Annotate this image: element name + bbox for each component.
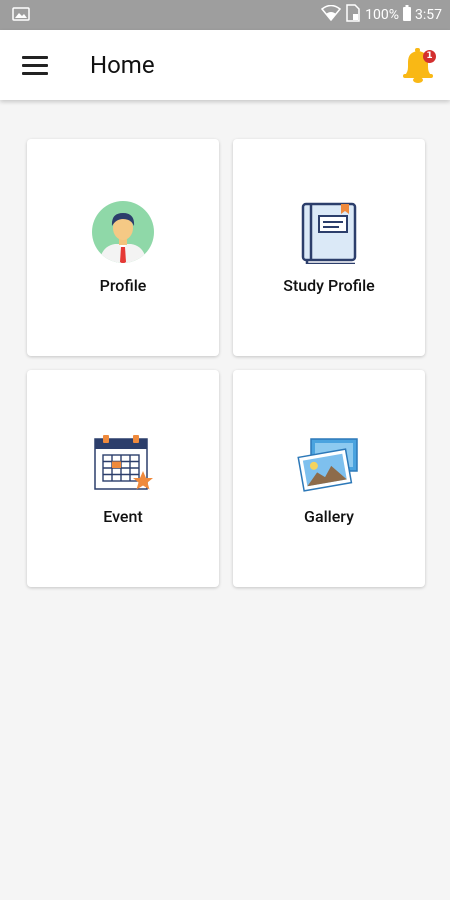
- gallery-icon: [297, 431, 361, 495]
- status-bar: 100% 3:57: [0, 0, 450, 30]
- study-profile-label: Study Profile: [283, 276, 375, 295]
- hamburger-icon: [22, 55, 48, 59]
- notification-badge: 1: [423, 50, 436, 63]
- battery-icon: [403, 5, 411, 25]
- sim-icon: [345, 4, 361, 26]
- gallery-label: Gallery: [304, 507, 354, 526]
- event-label: Event: [103, 507, 143, 526]
- calendar-icon: [91, 431, 155, 495]
- notifications-button[interactable]: 1: [400, 45, 436, 85]
- book-icon: [297, 200, 361, 264]
- app-bar: Home 1: [0, 30, 450, 100]
- image-notification-icon: [12, 6, 30, 25]
- gallery-tile[interactable]: Gallery: [233, 370, 425, 587]
- battery-percent: 100%: [365, 7, 399, 23]
- home-tiles: Profile Study Profile Event Gallery: [27, 139, 425, 587]
- profile-tile[interactable]: Profile: [27, 139, 219, 356]
- menu-button[interactable]: [22, 53, 48, 77]
- profile-label: Profile: [99, 276, 147, 295]
- study-profile-tile[interactable]: Study Profile: [233, 139, 425, 356]
- wifi-icon: [321, 4, 342, 25]
- status-indicators: 100% 3:57: [321, 4, 442, 26]
- page-title: Home: [90, 51, 155, 79]
- profile-avatar-icon: [91, 200, 155, 264]
- clock: 3:57: [415, 7, 442, 23]
- event-tile[interactable]: Event: [27, 370, 219, 587]
